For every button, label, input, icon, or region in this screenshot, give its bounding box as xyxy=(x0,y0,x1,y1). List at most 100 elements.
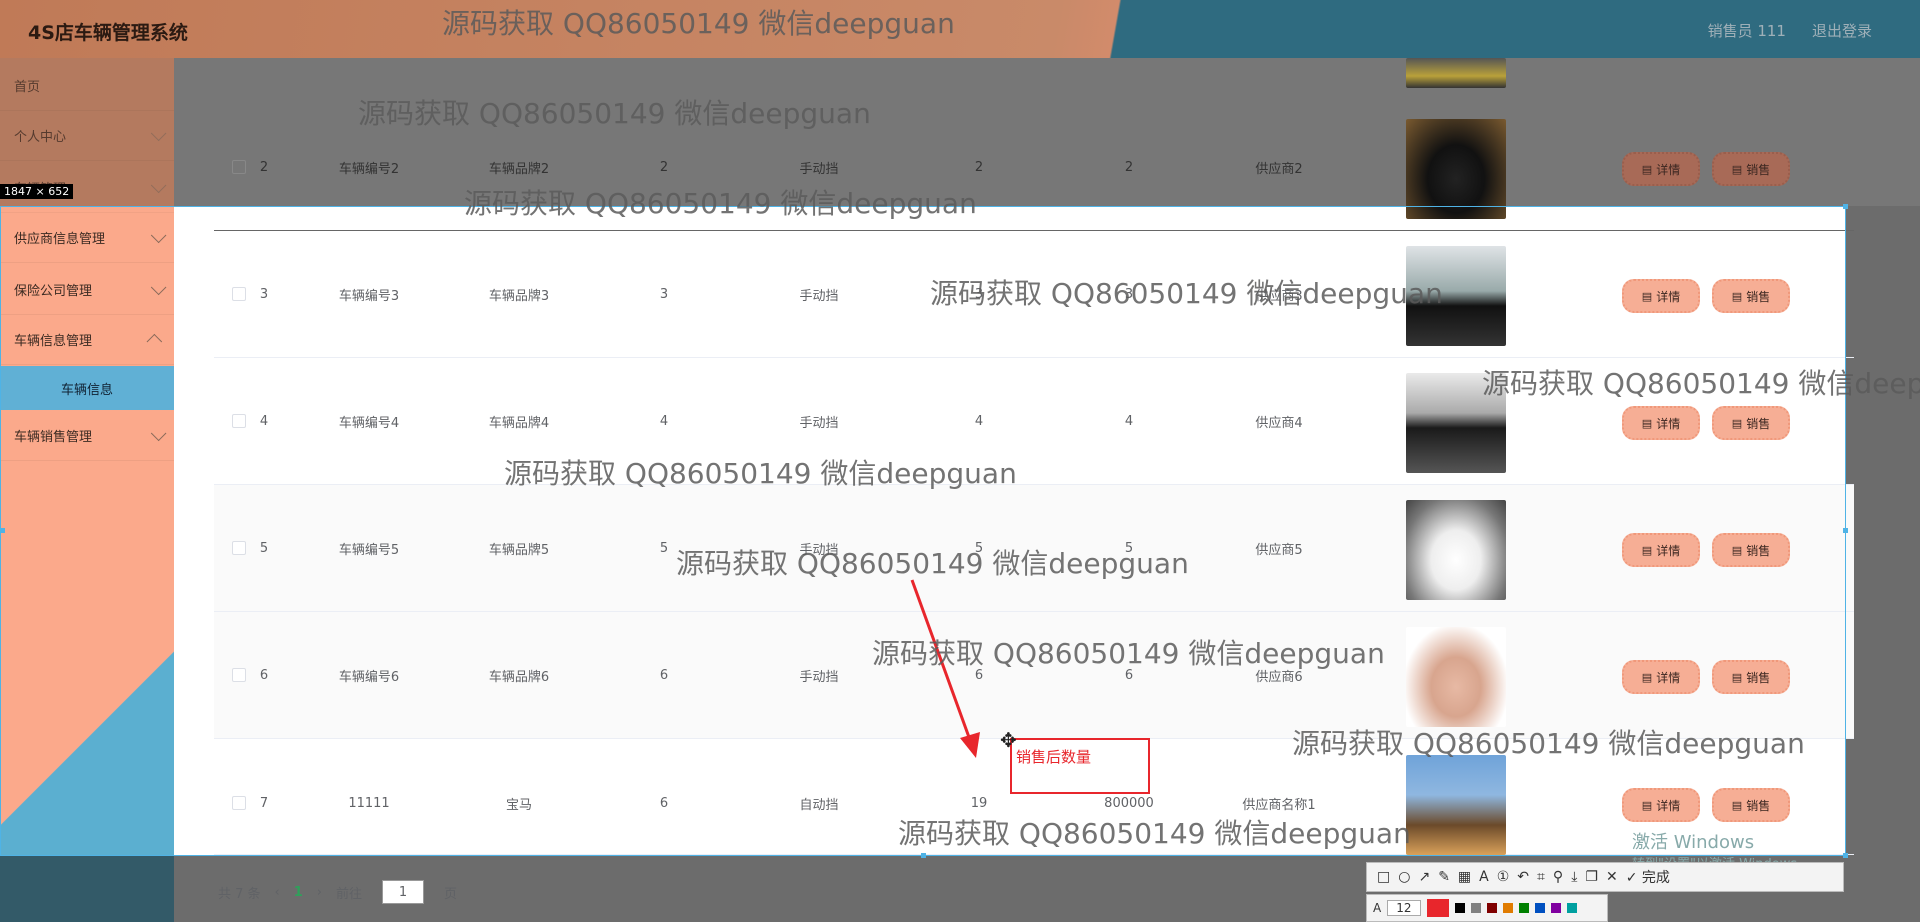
chevron-down-icon xyxy=(150,279,167,295)
screenshot-toolbar: □ ○ ↗ ✎ ▦ A ① ↶ ⌗ ⚲ ⤓ ❐ ✕ ✓ 完成 xyxy=(1366,862,1844,892)
sale-button[interactable]: ▤ 销售 xyxy=(1712,788,1790,822)
color-swatch[interactable] xyxy=(1550,903,1561,913)
sidebar-item-personal[interactable]: 个人中心 xyxy=(0,110,174,161)
chevron-down-icon xyxy=(150,227,167,243)
detail-button[interactable]: ▤ 详情 xyxy=(1622,406,1700,440)
sidebar-decor-bottom xyxy=(0,856,174,922)
current-color-swatch[interactable] xyxy=(1426,899,1449,917)
watermark: 源码获取 QQ86050149 微信deepguan xyxy=(872,637,1385,670)
resize-handle[interactable] xyxy=(0,528,5,533)
sale-button[interactable]: ▤ 销售 xyxy=(1712,279,1790,313)
rectangle-icon[interactable]: □ xyxy=(1377,869,1390,885)
sidebar-item-home[interactable]: 首页 xyxy=(0,60,174,111)
header-accent xyxy=(0,0,1920,58)
document-icon: ▤ xyxy=(1731,416,1743,430)
cell-index: 2 xyxy=(259,159,269,175)
watermark: 源码获取 QQ86050149 微信deepguan xyxy=(898,817,1411,850)
cell-value: 6 xyxy=(1124,667,1134,683)
selection-size-label: 1847 × 652 xyxy=(0,184,74,199)
sidebar-item-vehicle-info[interactable]: 车辆信息 xyxy=(0,366,174,410)
car-thumbnail xyxy=(1406,119,1506,219)
sale-button[interactable]: ▤ 销售 xyxy=(1712,533,1790,567)
goto-label: 前往 xyxy=(336,886,363,902)
resize-handle[interactable] xyxy=(1843,853,1848,858)
ellipse-icon[interactable]: ○ xyxy=(1398,869,1410,885)
button-label: 销售 xyxy=(1746,543,1771,558)
sidebar-item-label: 供应商信息管理 xyxy=(14,231,106,247)
color-swatch[interactable] xyxy=(1470,903,1481,913)
resize-handle[interactable] xyxy=(1843,204,1848,209)
sidebar-item-label: 保险公司管理 xyxy=(14,283,93,299)
sidebar-item-vehicle-info-admin[interactable]: 车辆信息管理 xyxy=(0,314,174,365)
cell-brand: 宝马 xyxy=(505,797,532,813)
color-swatch[interactable] xyxy=(1566,903,1577,913)
number-icon[interactable]: ① xyxy=(1497,869,1510,885)
detail-button[interactable]: ▤ 详情 xyxy=(1622,152,1700,186)
sale-button[interactable]: ▤ 销售 xyxy=(1712,660,1790,694)
next-page-icon[interactable]: › xyxy=(317,885,322,900)
font-size-select[interactable]: 12 xyxy=(1387,900,1421,916)
goto-page-input[interactable]: 1 xyxy=(382,880,425,904)
cell-code: 车辆编号3 xyxy=(338,288,400,304)
sidebar-item-sales[interactable]: 车辆销售管理 xyxy=(0,410,174,461)
sale-button[interactable]: ▤ 销售 xyxy=(1712,152,1790,186)
page-number[interactable]: 1 xyxy=(294,885,303,900)
sidebar-item-label: 个人中心 xyxy=(14,129,67,145)
done-button[interactable]: ✓ 完成 xyxy=(1626,867,1670,887)
watermark: 源码获取 QQ86050149 微信deepguan xyxy=(676,547,1189,580)
mosaic-icon[interactable]: ▦ xyxy=(1458,869,1471,885)
document-icon: ▤ xyxy=(1731,162,1743,176)
color-swatch[interactable] xyxy=(1502,903,1513,913)
car-thumbnail xyxy=(1406,627,1506,727)
copy-icon[interactable]: ❐ xyxy=(1585,869,1598,885)
user-label: 销售员 111 xyxy=(1707,22,1786,40)
pen-icon[interactable]: ✎ xyxy=(1438,869,1450,885)
cell-brand: 车辆品牌6 xyxy=(488,669,550,685)
resize-handle[interactable] xyxy=(1843,528,1848,533)
chevron-down-icon xyxy=(150,125,167,141)
app-title: 4S店车辆管理系统 xyxy=(28,22,188,44)
logout-button[interactable]: 退出登录 xyxy=(1812,20,1872,41)
watermark: 源码获取 QQ86050149 微信deepguan xyxy=(1292,727,1805,760)
sale-button[interactable]: ▤ 销售 xyxy=(1712,406,1790,440)
color-swatch[interactable] xyxy=(1534,903,1545,913)
color-swatch[interactable] xyxy=(1486,903,1497,913)
pin-icon[interactable]: ⚲ xyxy=(1553,869,1563,885)
cell-supplier: 供应商2 xyxy=(1255,161,1303,177)
detail-button[interactable]: ▤ 详情 xyxy=(1622,533,1700,567)
watermark: 源码获取 QQ86050149 微信deepguan xyxy=(1482,367,1920,400)
pagination: 共 7 条 ‹ 1 › 前往 1 页 xyxy=(218,880,457,904)
header-user-area: 销售员 111 退出登录 xyxy=(1708,20,1872,41)
ocr-icon[interactable]: ⌗ xyxy=(1537,869,1545,885)
cell-qty: 6 xyxy=(659,795,669,811)
detail-button[interactable]: ▤ 详情 xyxy=(1622,788,1700,822)
detail-button[interactable]: ▤ 详情 xyxy=(1622,660,1700,694)
cell-code: 车辆编号4 xyxy=(338,415,400,431)
close-icon[interactable]: ✕ xyxy=(1606,869,1618,885)
car-thumbnail xyxy=(1406,58,1506,88)
cell-supplier: 供应商6 xyxy=(1255,669,1303,685)
detail-button[interactable]: ▤ 详情 xyxy=(1622,279,1700,313)
color-swatch[interactable] xyxy=(1454,903,1465,913)
cell-supplier: 供应商4 xyxy=(1255,415,1303,431)
sidebar-item-label: 车辆信息管理 xyxy=(14,333,93,349)
text-style-toolbar: A 12 xyxy=(1366,894,1608,922)
annotation-text[interactable]: 销售后数量 xyxy=(1016,746,1091,767)
sidebar-item-supplier[interactable]: 供应商信息管理 xyxy=(0,212,174,263)
arrow-icon[interactable]: ↗ xyxy=(1418,869,1430,885)
resize-handle[interactable] xyxy=(921,853,926,858)
prev-page-icon[interactable]: ‹ xyxy=(275,885,280,900)
move-cursor-icon: ✥ xyxy=(1000,728,1017,752)
cell-code: 车辆编号6 xyxy=(338,669,400,685)
done-label: 完成 xyxy=(1641,870,1670,886)
document-icon: ▤ xyxy=(1641,289,1653,303)
cell-index: 3 xyxy=(259,286,269,302)
cell-brand: 车辆品牌3 xyxy=(488,288,550,304)
save-icon[interactable]: ⤓ xyxy=(1571,869,1577,885)
cell-value: 4 xyxy=(1124,413,1134,429)
cell-index: 5 xyxy=(259,540,269,556)
text-icon[interactable]: A xyxy=(1479,869,1489,885)
sidebar-item-insurance[interactable]: 保险公司管理 xyxy=(0,264,174,315)
undo-icon[interactable]: ↶ xyxy=(1517,869,1529,885)
color-swatch[interactable] xyxy=(1518,903,1529,913)
